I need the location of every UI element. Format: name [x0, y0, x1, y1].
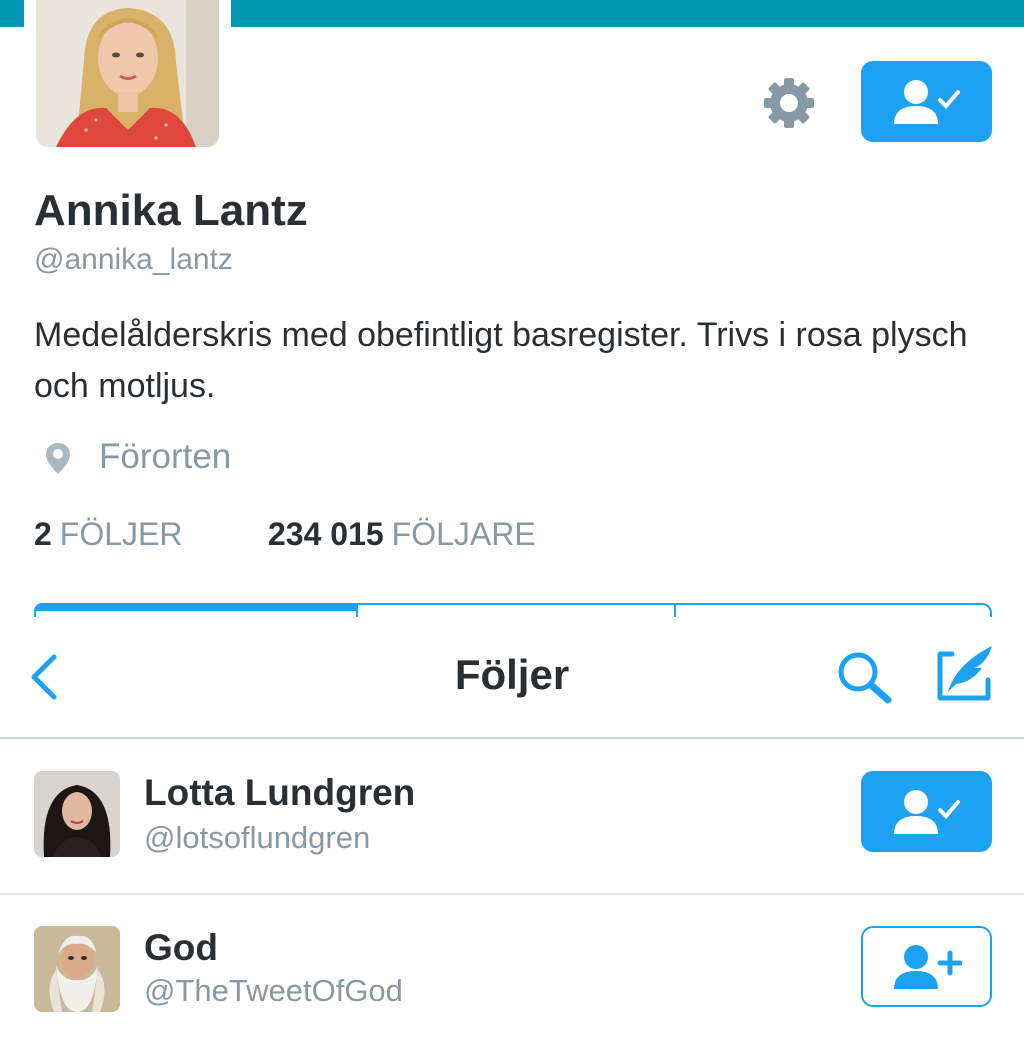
- list-item-name: God: [144, 927, 218, 968]
- list-item[interactable]: Lotta Lundgren @lotsoflundgren: [0, 739, 1024, 895]
- profile-name: Annika Lantz: [34, 186, 308, 235]
- followers-count: 234 015: [268, 516, 384, 552]
- following-stat[interactable]: 2 FÖLJER: [34, 516, 182, 553]
- following-count: 2: [34, 516, 52, 552]
- following-check-icon: [893, 789, 960, 834]
- avatar[interactable]: [34, 926, 120, 1012]
- profile-tabs: [34, 603, 992, 617]
- list-item-handle: @lotsoflundgren: [144, 820, 371, 855]
- follow-add-icon: [893, 944, 962, 989]
- following-button[interactable]: [861, 771, 992, 852]
- followers-stat[interactable]: 234 015 FÖLJARE: [268, 516, 536, 553]
- tab-divider: [674, 605, 676, 617]
- following-label: FÖLJER: [59, 516, 183, 552]
- follow-button[interactable]: [861, 926, 992, 1007]
- profile-avatar-frame: [24, 0, 231, 158]
- avatar[interactable]: [34, 771, 120, 857]
- active-tab-indicator: [34, 603, 356, 611]
- location-pin-icon: [46, 443, 70, 474]
- profile-bio: Medelålderskris med obefintligt basregis…: [34, 316, 968, 405]
- search-icon[interactable]: [834, 648, 894, 706]
- following-check-icon: [893, 79, 960, 124]
- profile-avatar[interactable]: [36, 0, 219, 147]
- compose-icon[interactable]: [934, 642, 996, 704]
- tab-divider: [356, 605, 358, 617]
- list-item-handle: @TheTweetOfGod: [144, 973, 403, 1008]
- followers-label: FÖLJARE: [391, 516, 536, 552]
- profile-handle: @annika_lantz: [34, 243, 233, 276]
- gear-icon[interactable]: [762, 76, 816, 130]
- following-button[interactable]: [861, 61, 992, 142]
- list-item-name: Lotta Lundgren: [144, 772, 416, 813]
- list-item[interactable]: God @TheTweetOfGod: [0, 895, 1024, 1049]
- profile-location: Förorten: [99, 437, 232, 476]
